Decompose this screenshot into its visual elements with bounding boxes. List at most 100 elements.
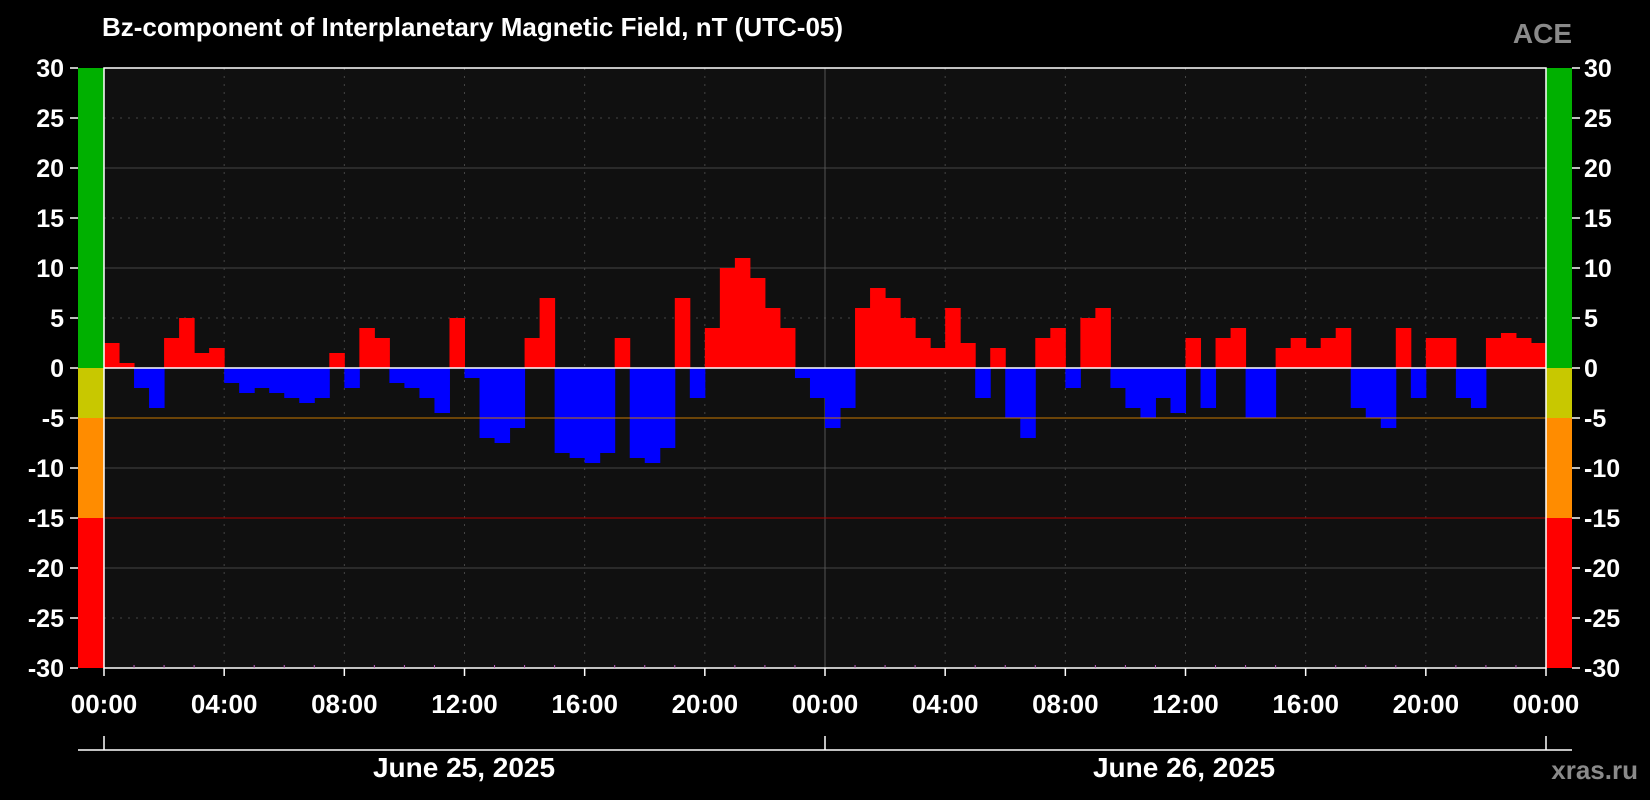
- bz-bar: [569, 368, 586, 458]
- zone-left-0: [78, 68, 104, 368]
- bz-bar: [1200, 368, 1217, 408]
- bz-bar: [464, 368, 481, 378]
- y-tick-label-left: 0: [50, 355, 64, 383]
- bz-bar: [494, 368, 511, 443]
- bz-bar: [1380, 368, 1397, 428]
- bz-bar: [749, 278, 766, 368]
- bz-bar: [194, 353, 210, 368]
- date-label-day-1: June 25, 2025: [372, 752, 556, 783]
- bz-bar: [224, 368, 240, 383]
- bz-bar: [1005, 368, 1021, 418]
- y-tick-label-left: -20: [28, 555, 64, 583]
- activity-zone-bar-right: [1546, 68, 1572, 668]
- source-label: ACE: [1512, 18, 1572, 49]
- bz-bar: [1275, 348, 1292, 368]
- bz-bar: [1245, 368, 1262, 418]
- bz-bar: [1230, 328, 1247, 368]
- bz-bar: [1050, 328, 1066, 368]
- bz-bar: [1410, 368, 1427, 398]
- bz-bar: [1425, 338, 1442, 368]
- bz-bar: [779, 328, 796, 368]
- bz-bar: [1260, 368, 1277, 418]
- bz-bar: [704, 328, 721, 368]
- y-tick-label-left: 30: [36, 55, 64, 83]
- site-credit: xras.ru: [1551, 755, 1638, 785]
- bz-bar: [1515, 338, 1532, 368]
- y-tick-label-left: 20: [36, 155, 64, 183]
- y-tick-label-left: -30: [28, 655, 64, 683]
- x-tick-label: 20:00: [672, 689, 739, 719]
- y-tick-label-right: -15: [1584, 505, 1620, 533]
- y-tick-label-left: 25: [36, 105, 64, 133]
- zone-left-3: [78, 518, 104, 668]
- bz-bar: [599, 368, 616, 453]
- x-tick-label: 16:00: [551, 689, 618, 719]
- bz-bar: [479, 368, 496, 438]
- x-tick-label: 00:00: [792, 689, 859, 719]
- bz-bar: [419, 368, 435, 398]
- bz-bar: [915, 338, 931, 368]
- y-tick-label-right: -5: [1584, 405, 1606, 433]
- bz-bar: [1440, 338, 1457, 368]
- x-axis: 00:00 04:00 08:00 12:00 16:00 20:00 00:00 04:00…: [71, 665, 1580, 719]
- bz-bar: [179, 318, 195, 368]
- chart-title: Bz-component of Interplanetary Magnetic …: [102, 12, 844, 42]
- x-tick-label: 20:00: [1393, 689, 1460, 719]
- bz-bar: [945, 308, 961, 368]
- bz-bar: [1470, 368, 1487, 408]
- bz-bar: [164, 338, 180, 368]
- bz-bar: [1020, 368, 1036, 438]
- y-tick-label-left: -25: [28, 605, 64, 633]
- y-tick-label-right: 5: [1584, 305, 1598, 333]
- bz-bar: [584, 368, 601, 463]
- bz-bar: [764, 308, 781, 368]
- bz-bar: [389, 368, 405, 383]
- bz-bar: [1170, 368, 1186, 413]
- bz-bar: [1365, 368, 1382, 418]
- bz-bar: [960, 343, 976, 368]
- bz-bar: [719, 268, 736, 368]
- bz-bar: [104, 343, 120, 368]
- bz-bar: [809, 368, 826, 398]
- bz-bar: [614, 338, 631, 368]
- y-tick-label-left: -15: [28, 505, 64, 533]
- bz-bar: [885, 298, 901, 368]
- bz-bar: [1500, 333, 1517, 368]
- bz-bar: [1065, 368, 1081, 388]
- date-axis-ticks: [103, 736, 1547, 750]
- activity-zone-bar-left: [78, 68, 104, 668]
- y-tick-label-right: -20: [1584, 555, 1620, 583]
- y-tick-label-left: -10: [28, 455, 64, 483]
- bz-bar: [975, 368, 991, 398]
- bz-bar: [689, 368, 706, 398]
- bz-bar: [209, 348, 225, 368]
- bz-bar: [1215, 338, 1232, 368]
- y-tick-label-left: 15: [36, 205, 64, 233]
- bz-bar: [1305, 348, 1322, 368]
- bz-chart: 30 25 20 15 10 5 0 -5 -10 -15 -20 -25 -30 30 25 20 15 10…: [28, 55, 1620, 751]
- bz-bar: [149, 368, 165, 408]
- bz-bar: [1095, 308, 1111, 368]
- bz-bar: [1140, 368, 1156, 418]
- y-tick-label-right: 25: [1584, 105, 1612, 133]
- bz-bar: [1080, 318, 1096, 368]
- bz-bar: [1455, 368, 1472, 398]
- x-tick-label: 00:00: [1513, 689, 1580, 719]
- bz-bar: [1125, 368, 1141, 408]
- bz-bar: [134, 368, 150, 388]
- bz-bar: [1320, 338, 1337, 368]
- y-tick-label-right: -10: [1584, 455, 1620, 483]
- bz-bar: [314, 368, 330, 398]
- x-tick-label: 16:00: [1272, 689, 1339, 719]
- bz-bar: [554, 368, 571, 453]
- bz-bar: [900, 318, 916, 368]
- bz-bar: [870, 288, 886, 368]
- bz-bar: [1395, 328, 1412, 368]
- zone-right-0: [1546, 68, 1572, 368]
- bz-bar: [1185, 338, 1202, 368]
- y-tick-label-right: 30: [1584, 55, 1612, 83]
- bz-bar: [930, 348, 946, 368]
- y-tick-label-right: 0: [1584, 355, 1598, 383]
- bz-bar: [855, 308, 871, 368]
- bz-bar: [1035, 338, 1051, 368]
